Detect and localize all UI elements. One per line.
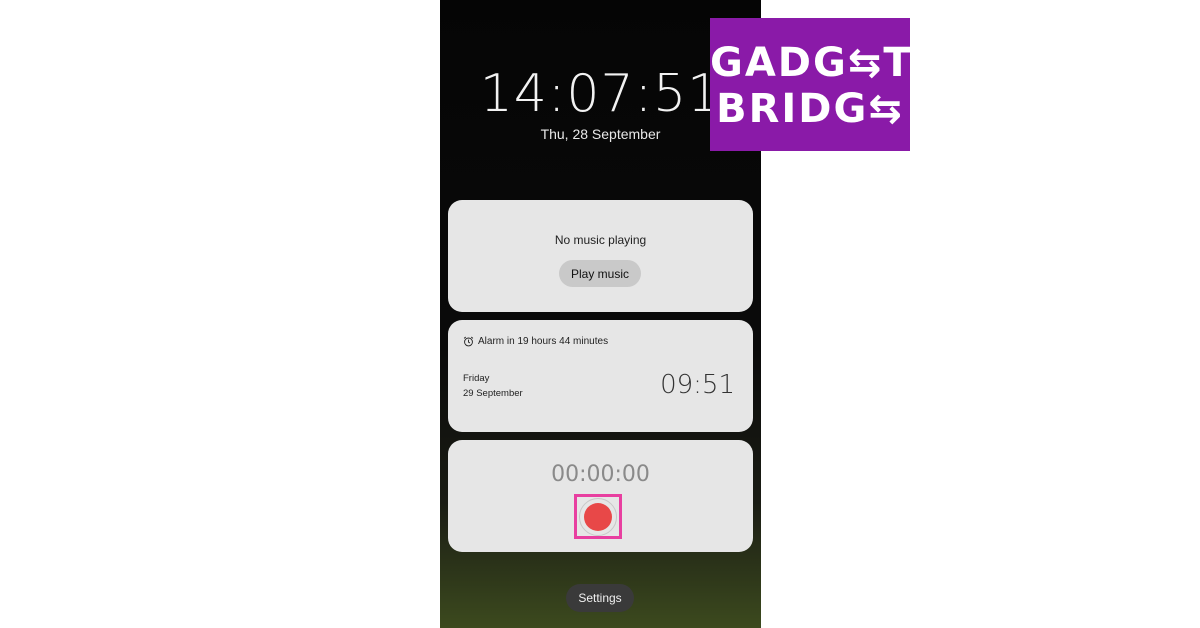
play-music-button[interactable]: Play music [559, 260, 641, 287]
alarm-date: 29 September [463, 388, 523, 399]
alarm-clock-icon [463, 336, 474, 347]
alarm-day: Friday [463, 373, 490, 384]
alarm-widget[interactable]: Alarm in 19 hours 44 minutes Friday 29 S… [448, 320, 753, 432]
alarm-time: 09:51 [660, 370, 735, 400]
settings-button[interactable]: Settings [566, 584, 634, 612]
logo-line-2: BRIDG⇆ [716, 86, 904, 132]
alarm-header: Alarm in 19 hours 44 minutes [463, 336, 608, 347]
music-widget: No music playing Play music [448, 200, 753, 312]
recorder-elapsed: 00:00:00 [551, 462, 650, 487]
logo-line-1: GADG⇆T [710, 40, 913, 86]
recorder-widget: 00:00:00 [448, 440, 753, 552]
gadget-bridge-logo: GADG⇆T BRIDG⇆ [710, 18, 913, 151]
record-button-highlight [574, 494, 622, 539]
alarm-header-text: Alarm in 19 hours 44 minutes [478, 336, 609, 347]
music-status: No music playing [554, 233, 647, 247]
